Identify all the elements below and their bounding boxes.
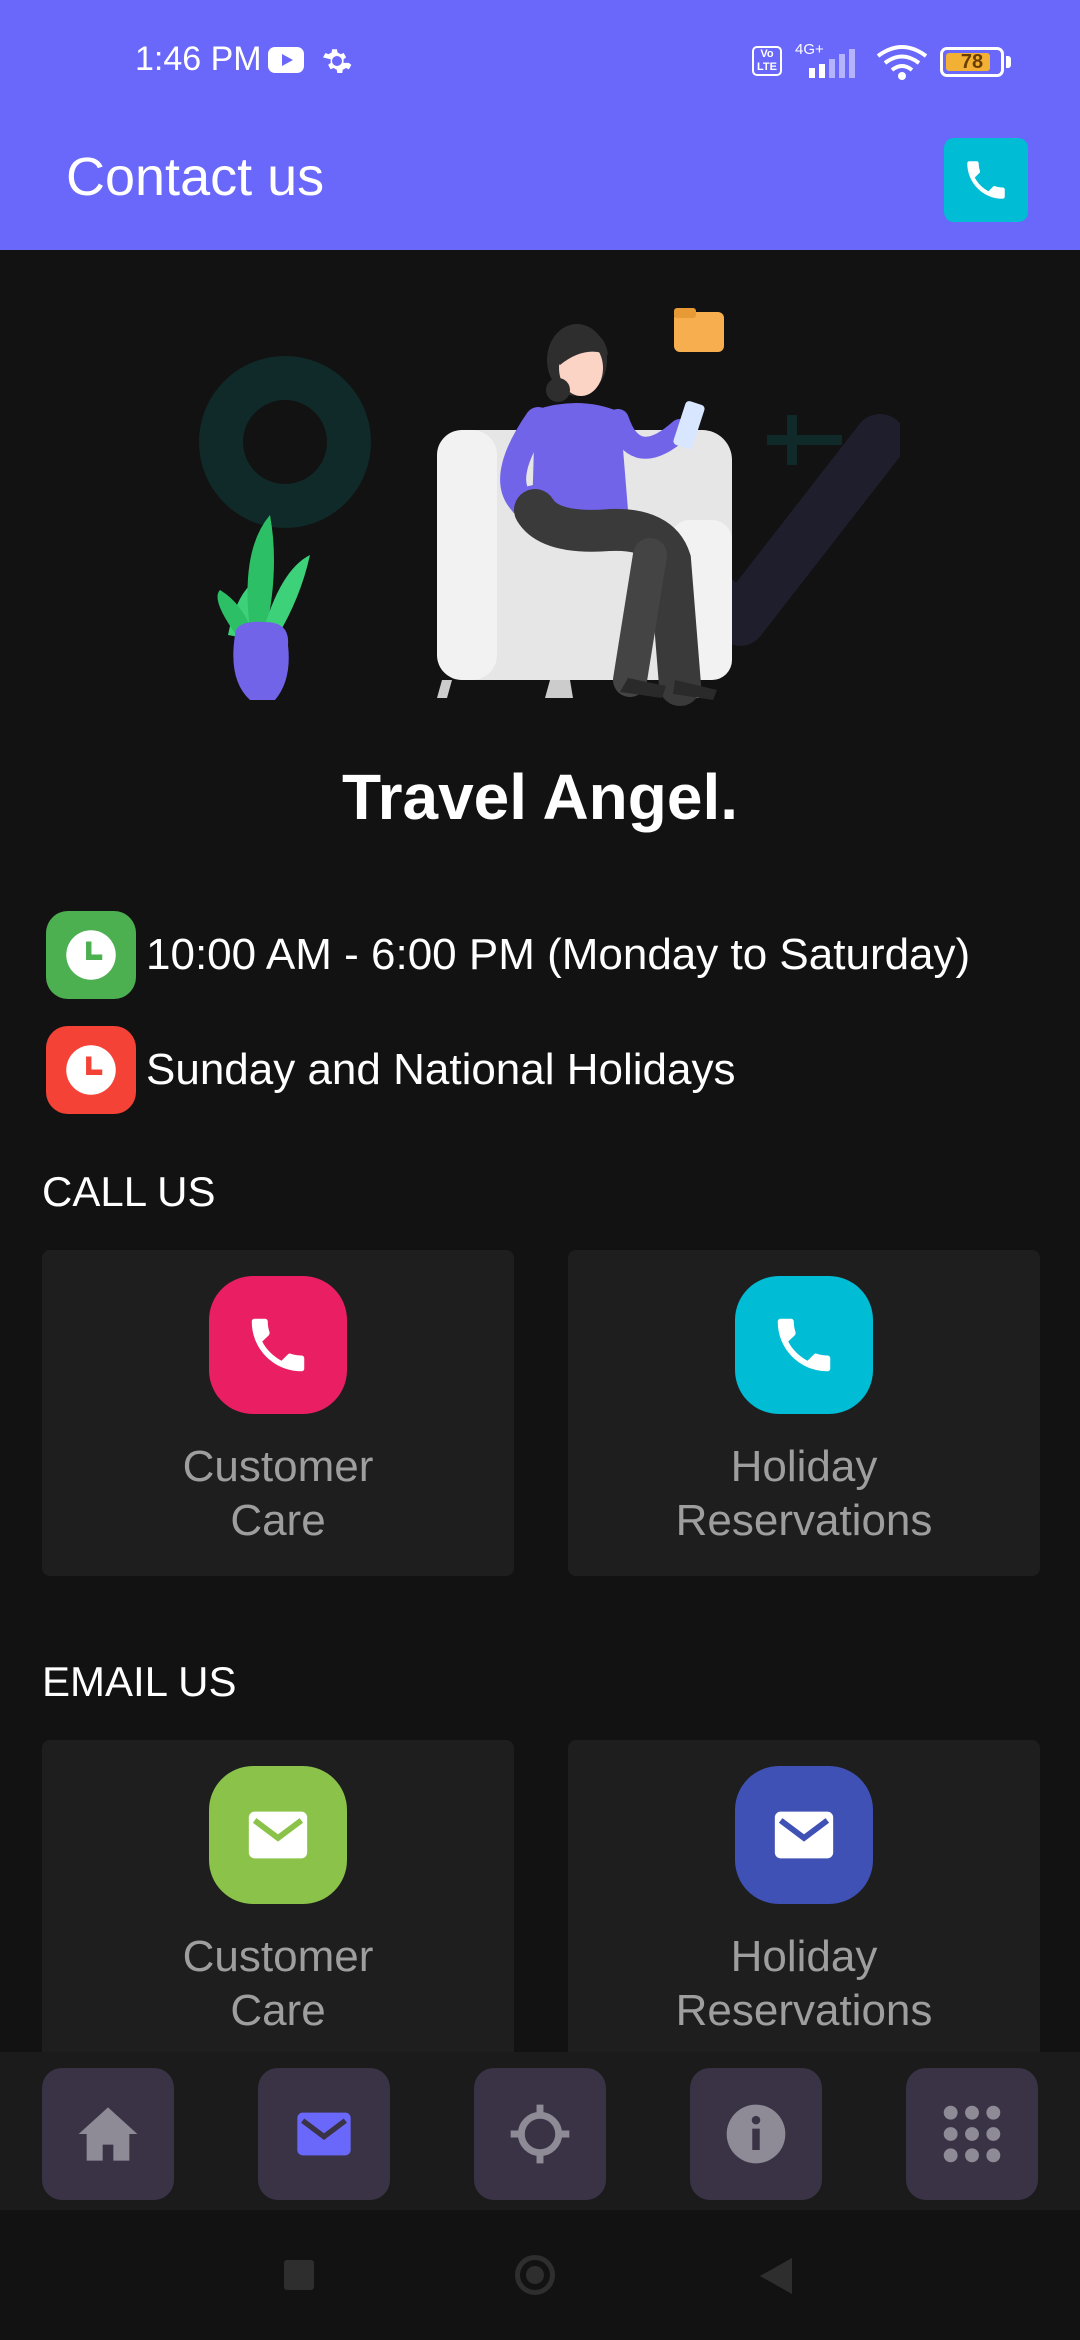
- bottom-navigation: [0, 2052, 1080, 2210]
- recents-button[interactable]: [284, 2260, 314, 2290]
- call-customer-care-card[interactable]: Customer Care: [42, 1250, 514, 1576]
- youtube-icon: [268, 47, 304, 73]
- system-navigation-bar: [0, 2210, 1080, 2340]
- gear-icon: [323, 49, 352, 73]
- email-customer-care-card[interactable]: Customer Care: [42, 1740, 514, 2066]
- wifi-icon: [876, 45, 928, 80]
- page-title: Contact us: [66, 147, 325, 207]
- volte-icon: Vo LTE: [752, 46, 782, 76]
- call-button[interactable]: [944, 138, 1028, 222]
- status-time: 1:46 PM: [135, 40, 262, 78]
- crosshair-icon: [510, 2104, 570, 2164]
- home-icon: [78, 2107, 138, 2161]
- ring-shape: [199, 356, 371, 528]
- card-label: Customer Care: [182, 1932, 374, 2035]
- back-button[interactable]: [760, 2258, 792, 2294]
- mail-icon: [735, 1766, 873, 1904]
- clock-icon: [46, 911, 136, 999]
- nav-home[interactable]: [42, 2068, 174, 2200]
- phone-icon: [209, 1276, 347, 1414]
- call-us-heading: CALL US: [42, 1168, 216, 1215]
- call-holiday-reservations-card[interactable]: Holiday Reservations: [568, 1250, 1040, 1576]
- nav-menu[interactable]: [906, 2068, 1038, 2200]
- working-hours-text: 10:00 AM - 6:00 PM (Monday to Saturday): [146, 930, 971, 979]
- home-button[interactable]: [515, 2255, 555, 2295]
- battery-icon: 78: [940, 47, 1004, 77]
- nav-info[interactable]: [690, 2068, 822, 2200]
- nav-location[interactable]: [474, 2068, 606, 2200]
- card-label: Holiday Reservations: [675, 1932, 933, 2035]
- mail-icon: [209, 1766, 347, 1904]
- phone-icon: [735, 1276, 873, 1414]
- signal-icon: 4G+: [795, 41, 855, 78]
- holiday-hours-text: Sunday and National Holidays: [146, 1045, 736, 1094]
- phone-icon: [967, 161, 1005, 199]
- battery-level: 78: [960, 51, 984, 73]
- email-holiday-reservations-card[interactable]: Holiday Reservations: [568, 1740, 1040, 2066]
- mail-icon: [297, 2112, 351, 2156]
- grid-icon: [943, 2105, 1001, 2163]
- working-hours-row: 10:00 AM - 6:00 PM (Monday to Saturday): [46, 910, 970, 1000]
- network-label: 4G+: [795, 41, 824, 58]
- info-icon: [726, 2104, 786, 2164]
- app-bar: Contact us: [0, 124, 1080, 250]
- brand-name: Travel Angel.: [342, 761, 738, 833]
- holiday-hours-row: Sunday and National Holidays: [46, 1025, 736, 1115]
- email-us-heading: EMAIL US: [42, 1658, 237, 1705]
- status-bar: 1:46 PM Vo LTE 4G+ 78: [0, 0, 1080, 124]
- hero-illustration: [199, 308, 900, 706]
- card-label: Customer Care: [182, 1442, 374, 1545]
- card-label: Holiday Reservations: [675, 1442, 933, 1545]
- clock-icon: [46, 1026, 136, 1114]
- nav-email[interactable]: [258, 2068, 390, 2200]
